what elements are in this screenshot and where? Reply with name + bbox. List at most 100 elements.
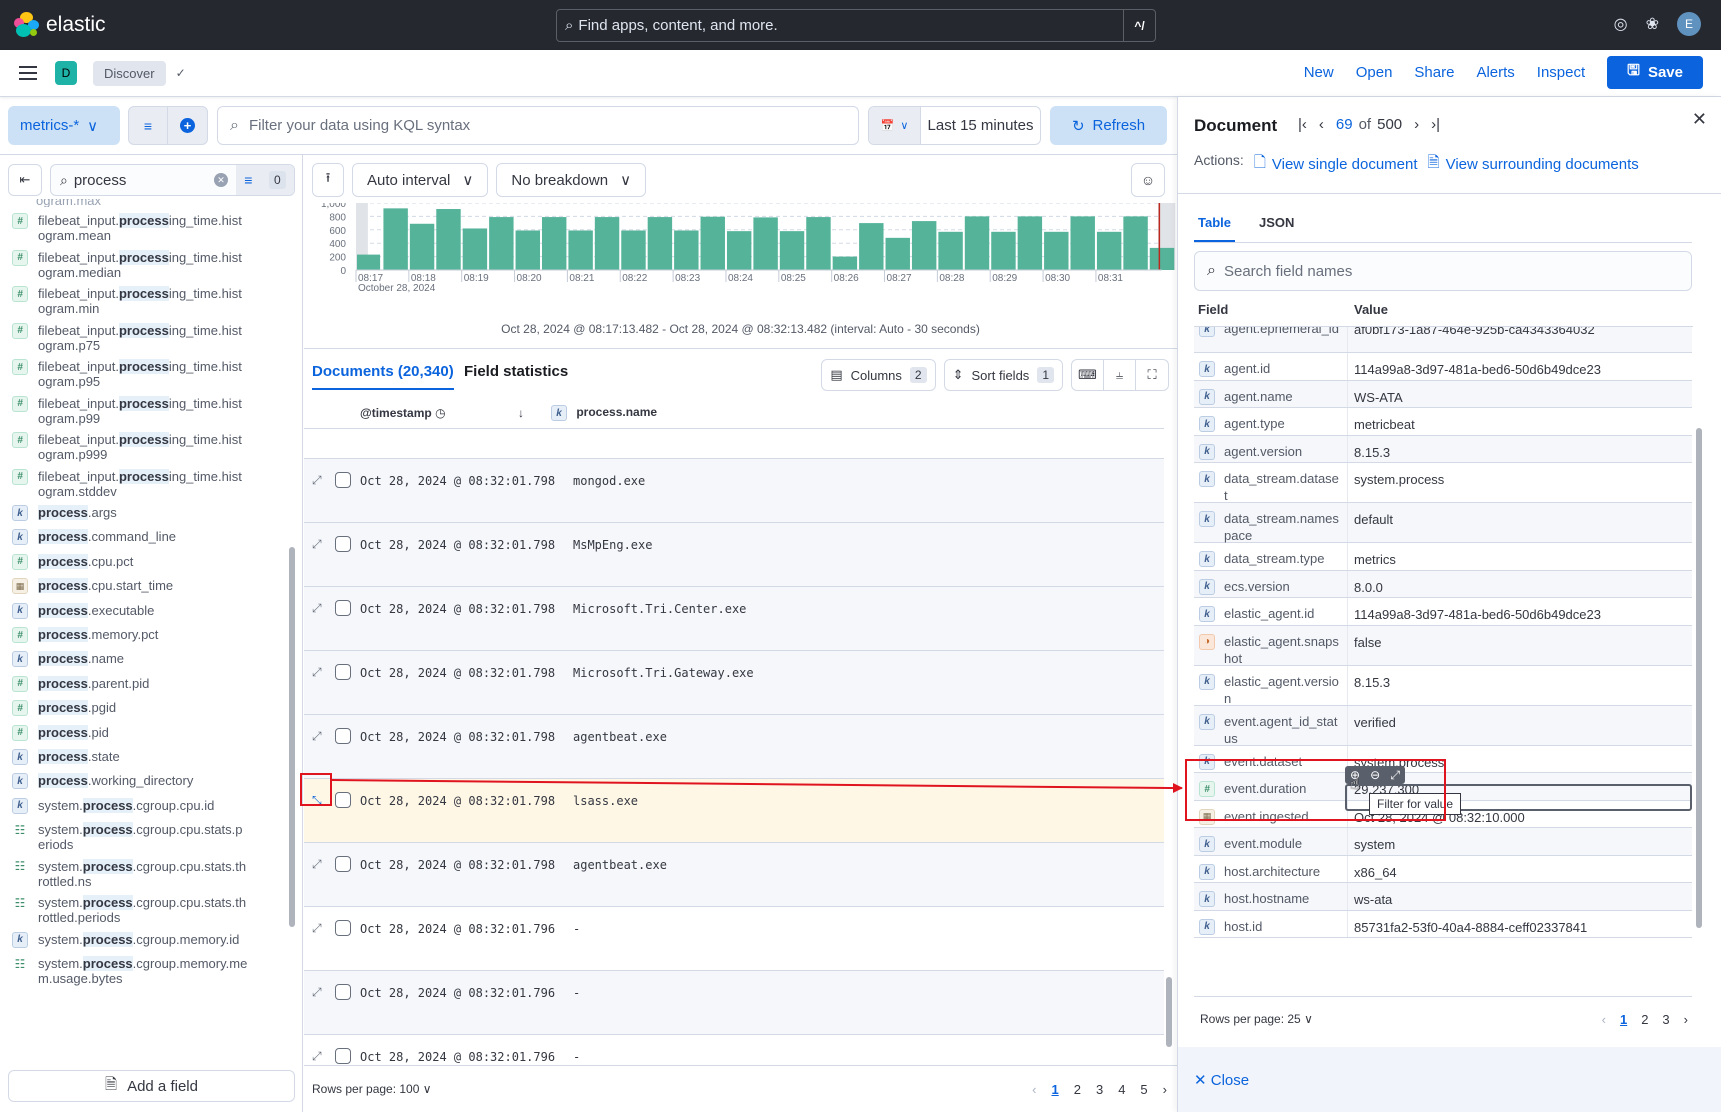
next-document-icon[interactable]: › xyxy=(1414,116,1419,133)
histogram-chart[interactable]: 1,000800600400200008:17 08:18 08:19 08:20 08… xyxy=(304,203,1177,313)
process-name-cell[interactable]: agentbeat.exe xyxy=(573,858,667,872)
process-name-cell[interactable]: - xyxy=(573,986,580,1000)
expand-row-icon[interactable]: ⤢ xyxy=(312,729,322,744)
histogram-bar[interactable] xyxy=(462,228,488,270)
histogram-bar[interactable] xyxy=(674,230,699,270)
field-list-item[interactable]: k process.command_line xyxy=(12,529,282,546)
tab-documents[interactable]: Documents (20,340) xyxy=(312,363,454,390)
chevron-down-icon[interactable]: ✓ xyxy=(176,66,186,80)
table-row[interactable]: ⤢ Oct 28, 2024 @ 08:32:01.798 agentbeat.ex… xyxy=(304,715,1164,779)
page-3[interactable]: 3 xyxy=(1096,1082,1103,1097)
rows-per-page-select[interactable]: Rows per page: 100 ∨ xyxy=(312,1082,432,1096)
doc-field-row[interactable]: k host.architecture x86_64 xyxy=(1194,855,1692,883)
row-checkbox[interactable] xyxy=(335,600,351,616)
field-list-item[interactable]: # filebeat_input.processing_time.hist ogra… xyxy=(12,432,282,462)
doc-field-value[interactable]: system xyxy=(1354,837,1395,852)
histogram-bar[interactable] xyxy=(1149,247,1175,270)
columns-button[interactable]: ▤ Columns 2 xyxy=(821,359,936,391)
interval-select[interactable]: Auto interval ∨ xyxy=(352,163,489,197)
table-row[interactable]: ⤢ Oct 28, 2024 @ 08:32:01.798 MsMpEng.exe xyxy=(304,523,1164,587)
doc-field-value[interactable]: default xyxy=(1354,512,1393,527)
field-name-search-input[interactable]: ⌕ Search field names xyxy=(1194,251,1692,291)
timestamp-cell[interactable]: Oct 28, 2024 @ 08:32:01.798 xyxy=(360,666,555,680)
toggle-chart-button[interactable]: ⭱ xyxy=(312,163,344,197)
histogram-bar[interactable] xyxy=(1044,231,1069,270)
view-surrounding-documents-link[interactable]: 🗎 View surrounding documents xyxy=(1428,152,1639,177)
doc-field-value[interactable]: af0bf173-1a87-464e-925b-ca4343364032 xyxy=(1354,327,1595,337)
table-row[interactable]: ⤢ Oct 28, 2024 @ 08:32:01.796 - xyxy=(304,907,1164,971)
field-list-item[interactable]: k system.process.cgroup.cpu.id xyxy=(12,797,282,814)
expand-row-icon[interactable]: ⤢ xyxy=(312,601,322,616)
doc-field-value[interactable]: verified xyxy=(1354,715,1396,730)
row-checkbox[interactable] xyxy=(335,856,351,872)
table-row[interactable]: ⤢ Oct 28, 2024 @ 08:32:01.798 Microsoft.Tr… xyxy=(304,587,1164,651)
doc-field-row[interactable]: k event.module system xyxy=(1194,828,1692,856)
previous-document-icon[interactable]: ‹ xyxy=(1319,116,1324,133)
doc-field-row[interactable]: k agent.version 8.15.3 xyxy=(1194,435,1692,463)
open-button[interactable]: Open xyxy=(1356,64,1393,81)
row-checkbox[interactable] xyxy=(335,536,351,552)
keyboard-shortcuts-button[interactable]: ⌨ xyxy=(1072,360,1104,390)
doc-field-row[interactable]: ◑ elastic_agent.snapshot false xyxy=(1194,625,1692,666)
table-row[interactable]: ⤢ Oct 28, 2024 @ 08:32:01.796 - xyxy=(304,1035,1164,1065)
doc-field-row[interactable]: k agent.name WS-ATA xyxy=(1194,380,1692,408)
new-button[interactable]: New xyxy=(1304,64,1334,81)
global-search-input[interactable]: ⌕ Find apps, content, and more. ^/ xyxy=(556,9,1156,42)
doc-field-value[interactable]: metricbeat xyxy=(1354,417,1415,432)
timestamp-cell[interactable]: Oct 28, 2024 @ 08:32:01.796 xyxy=(360,922,555,936)
doc-field-row[interactable]: k event.agent_id_status verified xyxy=(1194,705,1692,746)
expand-row-icon[interactable]: ⤢ xyxy=(312,1049,322,1064)
doc-field-row[interactable]: k ecs.version 8.0.0 xyxy=(1194,570,1692,598)
add-field-button[interactable]: 🗎 Add a field xyxy=(8,1070,295,1102)
news-feed-icon[interactable]: ❀ xyxy=(1646,14,1659,34)
histogram-bar[interactable] xyxy=(700,216,725,270)
close-button[interactable]: ✕ Close xyxy=(1194,1071,1249,1089)
process-name-cell[interactable]: mongod.exe xyxy=(573,474,645,488)
column-header-timestamp[interactable]: @timestamp ◷ xyxy=(360,406,446,420)
timestamp-cell[interactable]: Oct 28, 2024 @ 08:32:01.798 xyxy=(360,602,555,616)
histogram-bar[interactable] xyxy=(964,216,990,270)
field-list-item[interactable]: ▦ process.cpu.start_time xyxy=(12,578,282,595)
clear-search-icon[interactable]: ✕ xyxy=(214,173,228,187)
doc-field-row[interactable]: k data_stream.namespace default xyxy=(1194,503,1692,543)
alerts-button[interactable]: Alerts xyxy=(1476,64,1514,81)
tab-field-statistics[interactable]: Field statistics xyxy=(464,363,568,388)
first-document-icon[interactable]: |‹ xyxy=(1298,116,1307,133)
row-checkbox[interactable] xyxy=(335,984,351,1000)
field-list-item[interactable]: # filebeat_input.processing_time.hist ogra… xyxy=(12,249,282,280)
doc-field-value[interactable]: 8.15.3 xyxy=(1354,445,1390,460)
doc-field-row[interactable]: k agent.id 114a99a8-3d97-481a-bed6-50d6b49… xyxy=(1194,353,1692,381)
doc-field-value[interactable]: 114a99a8-3d97-481a-bed6-50d6b49dce23 xyxy=(1354,362,1601,377)
page-2[interactable]: 2 xyxy=(1641,1012,1648,1027)
doc-field-value[interactable]: 85731fa2-53f0-40a4-8884-ceff02337841 xyxy=(1354,920,1587,935)
doc-field-row[interactable]: k host.id 85731fa2-53f0-40a4-8884-ceff0233… xyxy=(1194,910,1692,938)
field-list-item[interactable]: k process.executable xyxy=(12,602,282,619)
table-row[interactable]: ⤢ Oct 28, 2024 @ 08:32:01.798 agentbeat.ex… xyxy=(304,843,1164,907)
display-settings-button[interactable]: ⫨ xyxy=(1104,360,1136,390)
table-row[interactable]: ⤡ Oct 28, 2024 @ 08:32:01.798 lsass.exe xyxy=(304,779,1164,843)
sort-fields-button[interactable]: ⇕ Sort fields 1 xyxy=(943,359,1063,391)
expand-row-icon[interactable]: ⤢ xyxy=(312,537,322,552)
expand-row-icon[interactable]: ⤢ xyxy=(312,857,322,872)
doc-field-value[interactable]: metrics xyxy=(1354,552,1396,567)
help-icon[interactable]: ◎ xyxy=(1614,14,1628,34)
field-list-item[interactable]: ☷ system.process.cgroup.cpu.stats.th rottl… xyxy=(12,895,282,925)
histogram-bar[interactable] xyxy=(726,231,752,270)
expand-row-icon[interactable]: ⤢ xyxy=(312,665,322,680)
breadcrumb-discover[interactable]: Discover xyxy=(93,60,166,86)
row-checkbox[interactable] xyxy=(335,664,351,680)
histogram-bar[interactable] xyxy=(489,217,514,270)
timestamp-cell[interactable]: Oct 28, 2024 @ 08:32:01.798 xyxy=(360,538,555,552)
histogram-bar[interactable] xyxy=(832,256,858,270)
table-row[interactable]: ⤢ Oct 28, 2024 @ 08:32:01.796 - xyxy=(304,971,1164,1035)
histogram-bar[interactable] xyxy=(436,209,461,270)
histogram-bar[interactable] xyxy=(594,217,620,270)
field-list-item[interactable]: # filebeat_input.processing_time.hist ogra… xyxy=(12,359,282,389)
page-2[interactable]: 2 xyxy=(1074,1082,1081,1097)
previous-page-icon[interactable]: ‹ xyxy=(1032,1082,1036,1097)
field-list-item[interactable]: # filebeat_input.processing_time.hist ogra… xyxy=(12,395,282,426)
field-list-item[interactable]: # filebeat_input.processing_time.hist ogra… xyxy=(12,322,282,353)
elastic-logo[interactable]: elastic xyxy=(14,12,106,38)
doc-field-row[interactable]: k agent.type metricbeat xyxy=(1194,408,1692,436)
doc-field-value[interactable]: false xyxy=(1354,635,1381,650)
